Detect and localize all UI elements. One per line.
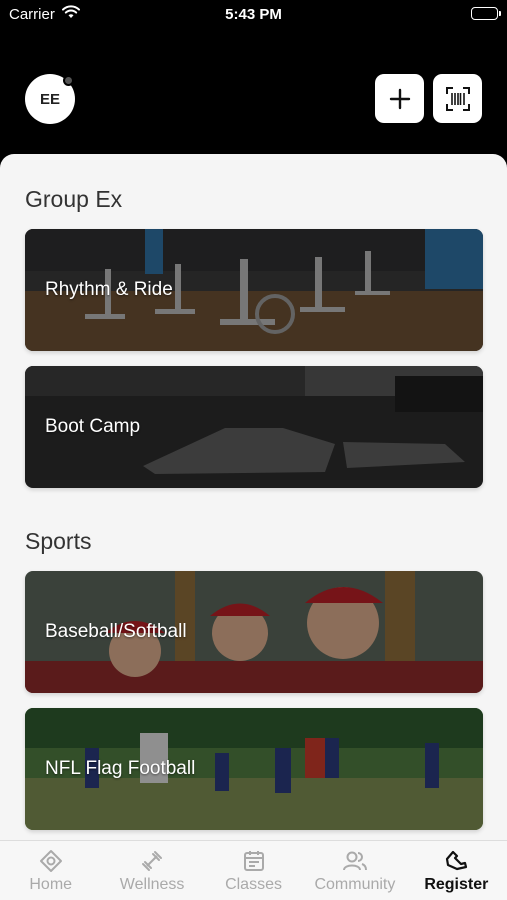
calendar-icon bbox=[243, 851, 264, 871]
card-label: Boot Camp bbox=[45, 416, 141, 437]
add-button[interactable] bbox=[375, 74, 424, 123]
people-icon bbox=[342, 851, 367, 871]
tab-home[interactable]: Home bbox=[0, 841, 101, 900]
tab-community[interactable]: Community bbox=[304, 841, 405, 900]
tab-classes[interactable]: Classes bbox=[203, 841, 304, 900]
card-label: Baseball/Softball bbox=[45, 621, 187, 642]
plus-icon bbox=[389, 88, 410, 109]
tab-wellness[interactable]: Wellness bbox=[101, 841, 202, 900]
card-boot-camp[interactable]: Boot Camp bbox=[25, 366, 483, 488]
card-baseball-softball[interactable]: Baseball/Softball bbox=[25, 571, 483, 693]
tab-register[interactable]: Register bbox=[406, 841, 507, 900]
card-nfl-flag-football[interactable]: NFL Flag Football bbox=[25, 708, 483, 830]
home-icon bbox=[39, 850, 62, 872]
status-bar: Carrier 5:43 PM bbox=[0, 0, 507, 30]
dumbbell-icon bbox=[142, 851, 163, 871]
card-rhythm-ride[interactable]: Rhythm & Ride bbox=[25, 229, 483, 351]
scan-card-button[interactable] bbox=[433, 74, 482, 123]
battery-icon bbox=[471, 7, 501, 20]
section-title-group-ex: Group Ex bbox=[25, 186, 123, 212]
notification-dot bbox=[63, 75, 74, 86]
avatar-initials: EE bbox=[39, 90, 60, 108]
register-icon bbox=[446, 850, 468, 871]
clock: 5:43 PM bbox=[225, 6, 282, 23]
barcode-scan-icon bbox=[445, 86, 470, 111]
card-label: NFL Flag Football bbox=[45, 758, 196, 779]
tab-bar: Home Wellness Classes Community Register bbox=[0, 840, 507, 900]
card-label: Rhythm & Ride bbox=[45, 279, 173, 300]
avatar[interactable]: EE bbox=[25, 74, 75, 124]
section-title-sports: Sports bbox=[25, 528, 92, 554]
content-sheet: Group Ex Rhythm & Ride Boot Camp Sports … bbox=[0, 154, 507, 844]
